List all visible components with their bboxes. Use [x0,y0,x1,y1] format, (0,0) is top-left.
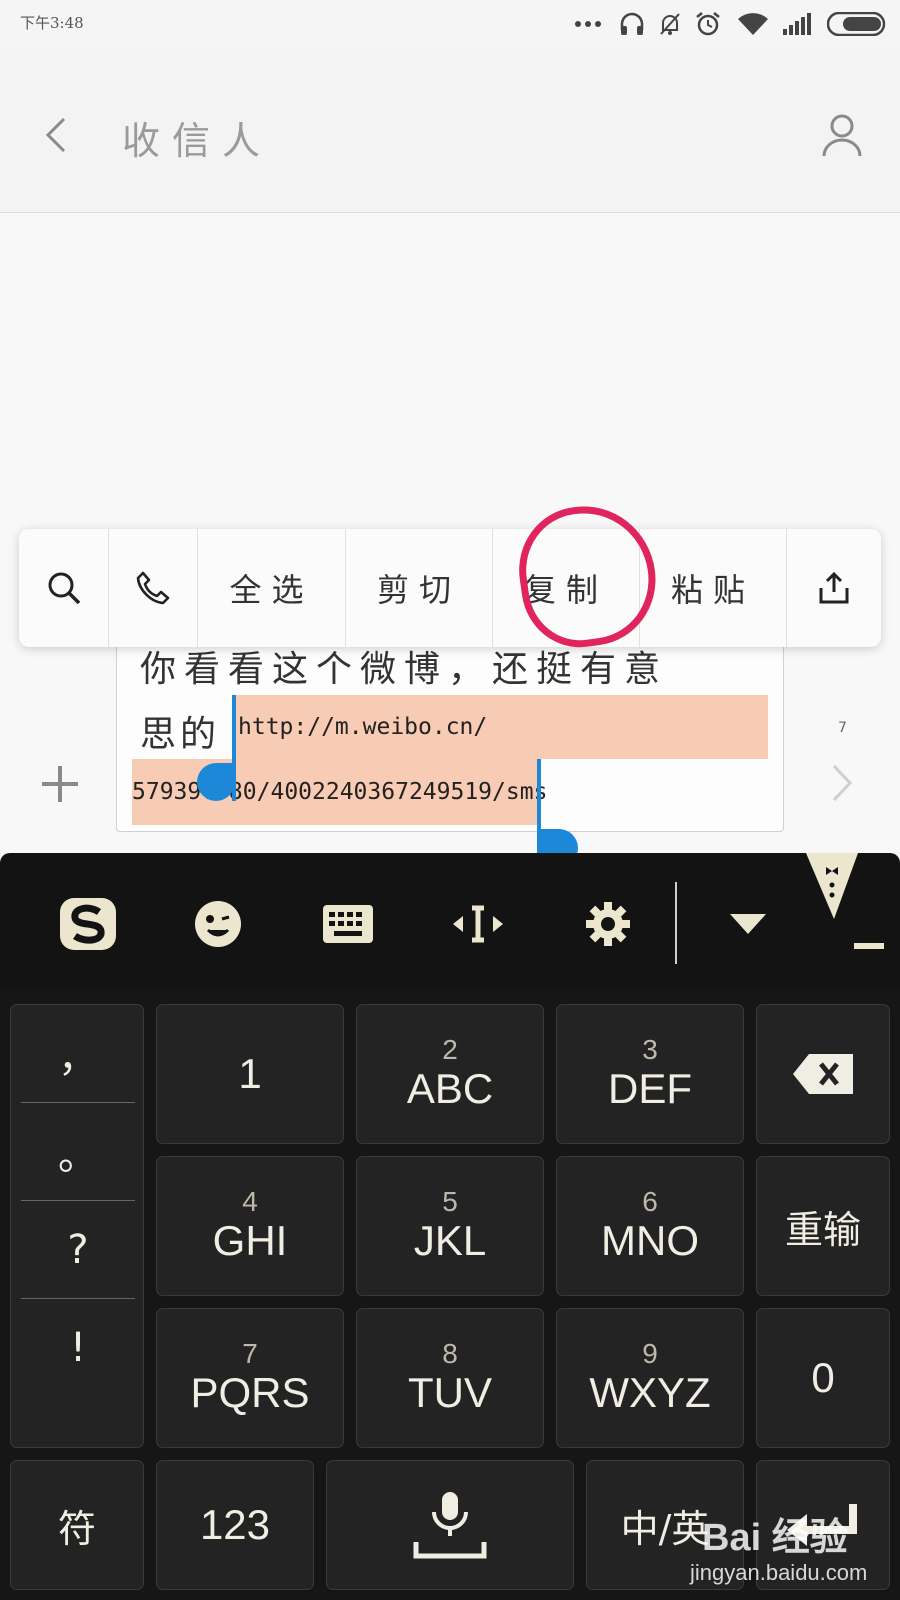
key-letters: MNO [601,1217,699,1264]
contact-picker-button[interactable] [820,112,864,158]
punct-key[interactable]: 。 [21,1103,135,1201]
char-counter: 7 [838,720,847,736]
recipient-field[interactable]: 收信人 [122,110,272,165]
menu-select-all[interactable]: 全选 [198,529,346,647]
menu-share[interactable] [787,529,881,647]
search-icon [48,572,80,605]
punct-key[interactable]: ， [21,1005,135,1103]
key-8-tuv[interactable]: 8 TUV [356,1308,544,1448]
settings-gear-icon [586,902,630,946]
menu-search[interactable] [19,529,109,647]
key-number: 4 [242,1186,258,1217]
attach-button[interactable] [38,762,82,806]
more-dots-icon [574,12,602,36]
key-number: 7 [242,1338,258,1369]
bell-off-icon [656,12,684,36]
key-5-jkl[interactable]: 5 JKL [356,1156,544,1296]
key-letters: TUV [408,1369,492,1416]
key-number: 5 [442,1186,458,1217]
key-letters: GHI [212,1217,288,1264]
key-number: 3 [642,1034,658,1065]
person-icon [822,114,862,157]
key-6-mno[interactable]: 6 MNO [556,1156,744,1296]
delete-key[interactable] [756,1004,890,1144]
key-letters: WXYZ [589,1369,711,1416]
key-label: 重输 [784,1207,861,1252]
backspace-icon [793,1054,853,1094]
key-0[interactable]: 0 [756,1308,890,1448]
skin-button[interactable] [802,853,900,963]
punctuation-column: ， 。 ? ! [10,1004,144,1448]
key-letters: PQRS [190,1369,310,1416]
watermark-logo: Bai 经验 [702,1517,848,1559]
collapse-down-icon [730,914,766,934]
key-label: 0 [811,1354,835,1401]
share-icon [819,571,849,604]
plus-icon [42,766,78,802]
symbols-key[interactable]: 符 [10,1460,144,1590]
punct-key[interactable]: ? [21,1201,135,1299]
watermark-url: jingyan.baidu.com [690,1560,868,1585]
key-9-wxyz[interactable]: 9 WXYZ [556,1308,744,1448]
chevron-right-icon [832,764,853,802]
signal-icon [782,12,814,36]
key-7-pqrs[interactable]: 7 PQRS [156,1308,344,1448]
status-time: 下午3:48 [20,14,84,32]
sogou-logo-button[interactable] [56,895,120,953]
key-number: 6 [642,1186,658,1217]
keyboard-switch-button[interactable] [316,895,380,953]
key-letters: JKL [413,1217,487,1264]
key-2-abc[interactable]: 2 ABC [356,1004,544,1144]
baidu-jingyan-watermark: Bai 经验 jingyan.baidu.com [680,1500,900,1595]
toolbar-divider [675,882,677,964]
key-4-ghi[interactable]: 4 GHI [156,1156,344,1296]
key-3-def[interactable]: 3 DEF [556,1004,744,1144]
selected-url-text: http://m.weibo.cn/ [238,714,488,740]
key-1[interactable]: 1 [156,1004,344,1144]
settings-button[interactable] [576,895,640,953]
message-text-line: 思的 [140,714,221,755]
collapse-keyboard-button[interactable] [716,895,780,953]
battery-icon [826,12,888,36]
send-button[interactable] [820,760,864,806]
text-context-menu: 全选 剪切 复制 粘贴 [19,529,881,647]
numbers-key[interactable]: 123 [156,1460,314,1590]
sogou-logo-icon [60,898,116,950]
emoji-icon [195,901,241,947]
punct-key[interactable]: ! [21,1299,135,1397]
key-number: 8 [442,1338,458,1369]
key-letters: DEF [608,1065,692,1112]
key-label: 123 [199,1501,271,1548]
key-number: 9 [642,1338,658,1369]
microphone-space-icon [413,1492,487,1559]
skin-tuxedo-icon [806,853,884,949]
menu-call[interactable] [109,529,198,647]
key-label: 符 [57,1506,96,1551]
status-bar: 下午3:48 [0,0,900,48]
menu-cut[interactable]: 剪切 [346,529,493,647]
key-number: 2 [442,1034,458,1065]
reinput-key[interactable]: 重输 [756,1156,890,1296]
message-text-line: 你看看这个微博，还挺有意 [140,649,669,690]
key-letters: ABC [406,1065,494,1112]
menu-paste[interactable]: 粘贴 [640,529,787,647]
chevron-left-icon [45,117,66,153]
selected-url-text: 57939? 80/4002240367249519/sms [132,779,548,805]
key-label: 1 [238,1050,262,1097]
space-key[interactable] [326,1460,574,1590]
cursor-move-button[interactable] [446,895,510,953]
emoji-button[interactable] [186,895,250,953]
alarm-icon [694,12,722,36]
back-button[interactable] [38,113,78,157]
cursor-move-icon [453,905,503,943]
keyboard-icon [323,905,373,943]
wifi-icon [736,12,770,36]
headphones-icon [618,12,646,36]
phone-icon [136,571,170,605]
selection-start-handle[interactable] [197,763,235,801]
